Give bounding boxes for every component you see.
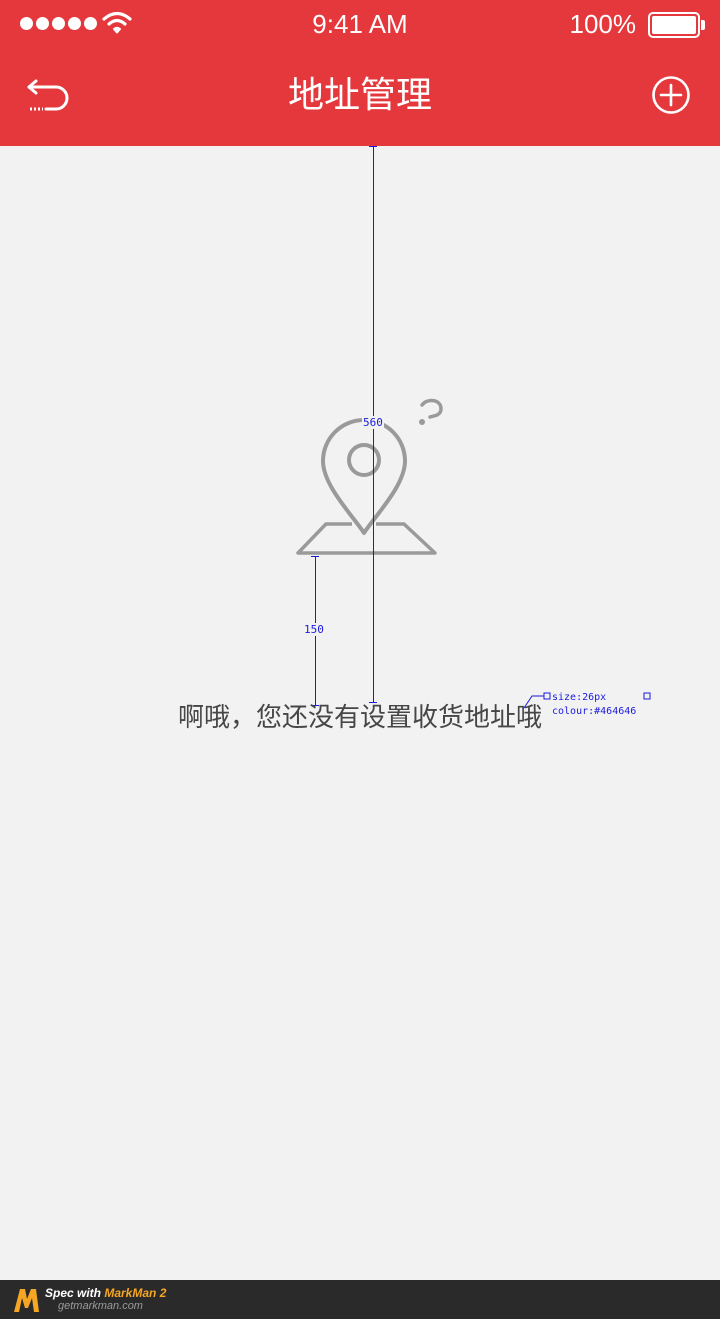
footer-url: getmarkman.com bbox=[58, 1300, 143, 1312]
battery-icon bbox=[648, 12, 705, 38]
footer-spec-text: Spec with MarkMan 2 bbox=[45, 1286, 167, 1300]
measure-label-150: 150 bbox=[303, 623, 325, 636]
page-title: 地址管理 bbox=[287, 75, 432, 116]
text-size-note: size:26px bbox=[552, 692, 607, 703]
text-colour-note: colour:#464646 bbox=[552, 706, 637, 717]
markman-footer: Spec with MarkMan 2 getmarkman.com bbox=[0, 1280, 720, 1319]
footer-brand: MarkMan 2 bbox=[104, 1286, 167, 1300]
measure-gap-cap-top bbox=[311, 556, 319, 557]
content-area: 560 150 啊哦，您还没有设置收货地址哦 size:26px colour:… bbox=[0, 146, 720, 1280]
text-spec-annotation: size:26px colour:#464646 bbox=[524, 690, 664, 720]
add-button[interactable] bbox=[650, 74, 692, 116]
status-bar: 9:41 AM 100% bbox=[0, 0, 720, 48]
measure-cap-top bbox=[369, 146, 377, 147]
markman-logo-icon bbox=[14, 1289, 39, 1312]
nav-header: 9:41 AM 100% 地址管理 bbox=[0, 0, 720, 146]
battery-percent: 100% bbox=[569, 9, 637, 39]
measure-label-560: 560 bbox=[362, 416, 384, 429]
